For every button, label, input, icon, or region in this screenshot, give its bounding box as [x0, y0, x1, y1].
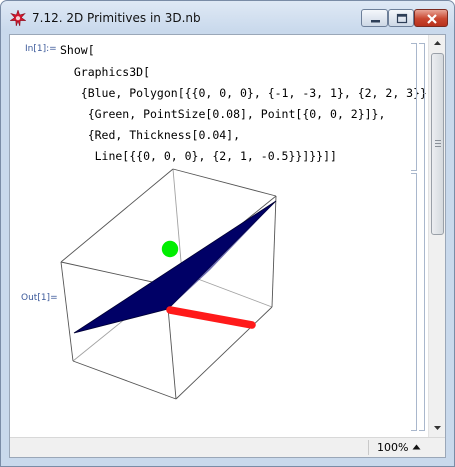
- grip-line: [435, 140, 441, 141]
- grip-line: [435, 143, 441, 144]
- scroll-up-icon[interactable]: [430, 36, 445, 51]
- zoom-control[interactable]: 100%: [368, 440, 426, 455]
- window-title: 7.12. 2D Primitives in 3D.nb: [32, 11, 201, 25]
- scroll-down-icon[interactable]: [430, 420, 445, 435]
- minimize-icon: [371, 20, 380, 23]
- output-3d-graphic[interactable]: [10, 35, 428, 437]
- zoom-level: 100%: [377, 441, 409, 454]
- red-line: [166, 306, 256, 329]
- maximize-icon: [396, 13, 408, 24]
- green-point: [161, 240, 179, 258]
- close-icon: [427, 14, 437, 24]
- zoom-menu-up-icon[interactable]: [412, 443, 421, 451]
- vertical-scrollbar[interactable]: [428, 35, 445, 437]
- scrollbar-thumb[interactable]: [431, 53, 444, 235]
- notebook-client-area: In[1]:= Show[ Graphics3D[ {Blue, Polygon…: [9, 34, 446, 458]
- notebook-window: 7.12. 2D Primitives in 3D.nb In[1]:= Sho…: [0, 0, 455, 467]
- mathematica-star-icon: [10, 10, 26, 26]
- notebook-content[interactable]: In[1]:= Show[ Graphics3D[ {Blue, Polygon…: [10, 35, 428, 437]
- maximize-button[interactable]: [388, 9, 414, 27]
- grip-line: [435, 146, 441, 147]
- status-bar: 100%: [10, 437, 445, 457]
- close-button[interactable]: [414, 9, 448, 27]
- minimize-button[interactable]: [361, 9, 388, 27]
- title-bar[interactable]: 7.12. 2D Primitives in 3D.nb: [1, 1, 454, 35]
